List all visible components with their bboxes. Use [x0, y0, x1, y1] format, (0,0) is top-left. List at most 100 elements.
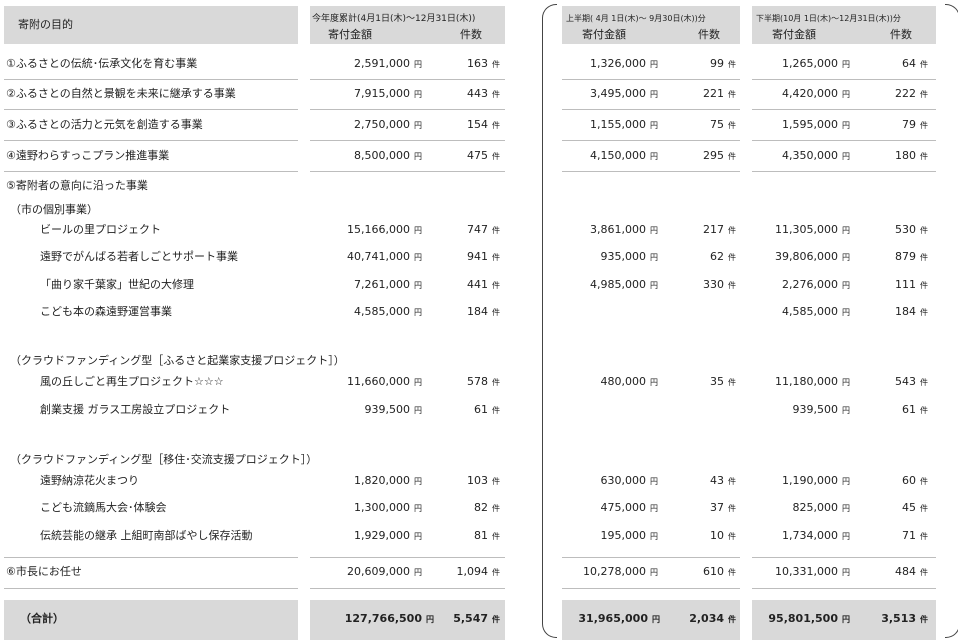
h1-amount-cell: 3,495,000 円 — [560, 87, 658, 102]
unit-label: 円 — [414, 532, 422, 541]
row-label: ②ふるさとの自然と景観を未来に継承する事業 — [6, 87, 236, 100]
h2-count-cell: 61 件 — [850, 403, 928, 418]
h1-count-cell: 37 件 — [660, 501, 736, 516]
unit-label: 件 — [728, 477, 736, 486]
unit-label: 円 — [414, 504, 422, 513]
row-divider — [752, 588, 936, 589]
h1-amount-value: 3,495,000 — [590, 87, 646, 100]
h2-count-value: 530 — [895, 223, 916, 236]
h1-amount-value: 195,000 — [600, 529, 647, 542]
h1-amount-cell: 1,155,000 円 — [560, 118, 658, 133]
h1-amount-cell: 1,326,000 円 — [560, 57, 658, 72]
ytd-amount-value: 2,591,000 — [354, 57, 410, 70]
ytd-count-cell: 61 件 — [430, 403, 500, 418]
row-label: ビールの里プロジェクト — [40, 223, 161, 236]
row-label: ①ふるさとの伝統･伝承文化を育む事業 — [6, 57, 198, 70]
unit-label: 件 — [728, 504, 736, 513]
unit-label: 円 — [414, 406, 422, 415]
row-divider — [752, 140, 936, 141]
unit-label: 件 — [492, 532, 500, 541]
total-h1-count: 2,034 件 — [689, 612, 736, 625]
h2-amount-cell: 1,265,000 円 — [752, 57, 850, 72]
unit-label: 円 — [414, 477, 422, 486]
ytd-amount-value: 20,609,000 — [347, 565, 410, 578]
row-divider — [752, 557, 936, 558]
h1-amount-value: 475,000 — [600, 501, 647, 514]
row-divider — [562, 109, 740, 110]
ytd-count-cell: 82 件 — [430, 501, 500, 516]
h2-amount-value: 1,734,000 — [782, 529, 838, 542]
h1-amount-cell: 3,861,000 円 — [560, 223, 658, 238]
unit-label: 件 — [920, 308, 928, 317]
unit-label: 円 — [842, 60, 850, 69]
h1-count-value: 75 — [710, 118, 724, 131]
h2-amount-cell: 825,000 円 — [752, 501, 851, 516]
unit-label: 件 — [728, 90, 736, 99]
ytd-amount-cell: 2,591,000 円 — [300, 57, 422, 72]
h1-count-cell: 43 件 — [660, 474, 736, 489]
h1-count-value: 43 — [710, 474, 724, 487]
unit-label: 円 — [650, 532, 658, 541]
ytd-amount-cell: 8,500,000 円 — [300, 149, 422, 164]
ytd-amount-cell: 1,929,000 円 — [300, 529, 422, 544]
row-divider — [4, 171, 298, 172]
header-ytd-amount: 寄付金額 — [328, 28, 372, 41]
ytd-count-cell: 184 件 — [430, 305, 500, 320]
row-label: ⑥市長にお任せ — [6, 565, 82, 578]
row-divider — [562, 588, 740, 589]
ytd-amount-value: 7,261,000 — [354, 278, 410, 291]
ytd-count-cell: 578 件 — [430, 375, 500, 390]
unit-label: 円 — [650, 253, 658, 262]
h2-count-value: 222 — [895, 87, 916, 100]
unit-label: 件 — [492, 504, 500, 513]
ytd-amount-cell: 1,820,000 円 — [300, 474, 422, 489]
total-label: （合計） — [20, 612, 64, 625]
row-label: ④遠野わらすっこプラン推進事業 — [6, 149, 170, 162]
row-divider — [752, 79, 936, 80]
unit-label: 件 — [492, 152, 500, 161]
h1-count-value: 10 — [710, 529, 724, 542]
unit-label: 円 — [650, 226, 658, 235]
row-divider — [562, 140, 740, 141]
h1-count-cell: 330 件 — [660, 278, 736, 293]
unit-label: 円 — [842, 504, 850, 513]
header-ytd-title: 今年度累計(4月1日(木)～12月31日(木)) — [312, 14, 476, 24]
unit-label: 円 — [650, 121, 658, 130]
unit-label: 円 — [414, 90, 422, 99]
row-label: ⑤寄附者の意向に沿った事業 — [6, 179, 148, 192]
row-divider — [562, 79, 740, 80]
row-label: 遠野でがんばる若者しごとサポート事業 — [40, 250, 238, 263]
h2-count-cell: 222 件 — [850, 87, 928, 102]
h2-amount-value: 10,331,000 — [775, 565, 838, 578]
ytd-count-cell: 154 件 — [430, 118, 500, 133]
h1-amount-cell: 475,000 円 — [560, 501, 659, 516]
h2-count-cell: 64 件 — [850, 57, 928, 72]
unit-label: 件 — [492, 90, 500, 99]
h2-amount-cell: 10,331,000 円 — [752, 565, 850, 580]
unit-label: 円 — [842, 121, 850, 130]
unit-label: 円 — [842, 226, 850, 235]
unit-label: 件 — [920, 406, 928, 415]
h1-count-cell: 610 件 — [660, 565, 736, 580]
unit-label: 件 — [728, 60, 736, 69]
unit-label: 円 — [414, 378, 422, 387]
unit-label: 件 — [492, 121, 500, 130]
unit-label: 件 — [492, 253, 500, 262]
unit-label: 円 — [842, 532, 850, 541]
half-year-bracket-right — [945, 4, 958, 638]
ytd-amount-value: 40,741,000 — [347, 250, 410, 263]
h1-count-value: 610 — [703, 565, 724, 578]
h1-count-value: 62 — [710, 250, 724, 263]
h1-count-value: 217 — [703, 223, 724, 236]
row-divider — [4, 79, 298, 80]
ytd-amount-cell: 20,609,000 円 — [300, 565, 422, 580]
unit-label: 件 — [920, 152, 928, 161]
ytd-count-cell: 103 件 — [430, 474, 500, 489]
row-divider — [310, 588, 505, 589]
row-divider — [752, 171, 936, 172]
row-divider — [4, 109, 298, 110]
h1-amount-cell: 480,000 円 — [560, 375, 659, 390]
unit-label: 円 — [650, 568, 658, 577]
h2-count-cell: 180 件 — [850, 149, 928, 164]
h2-count-cell: 45 件 — [850, 501, 928, 516]
